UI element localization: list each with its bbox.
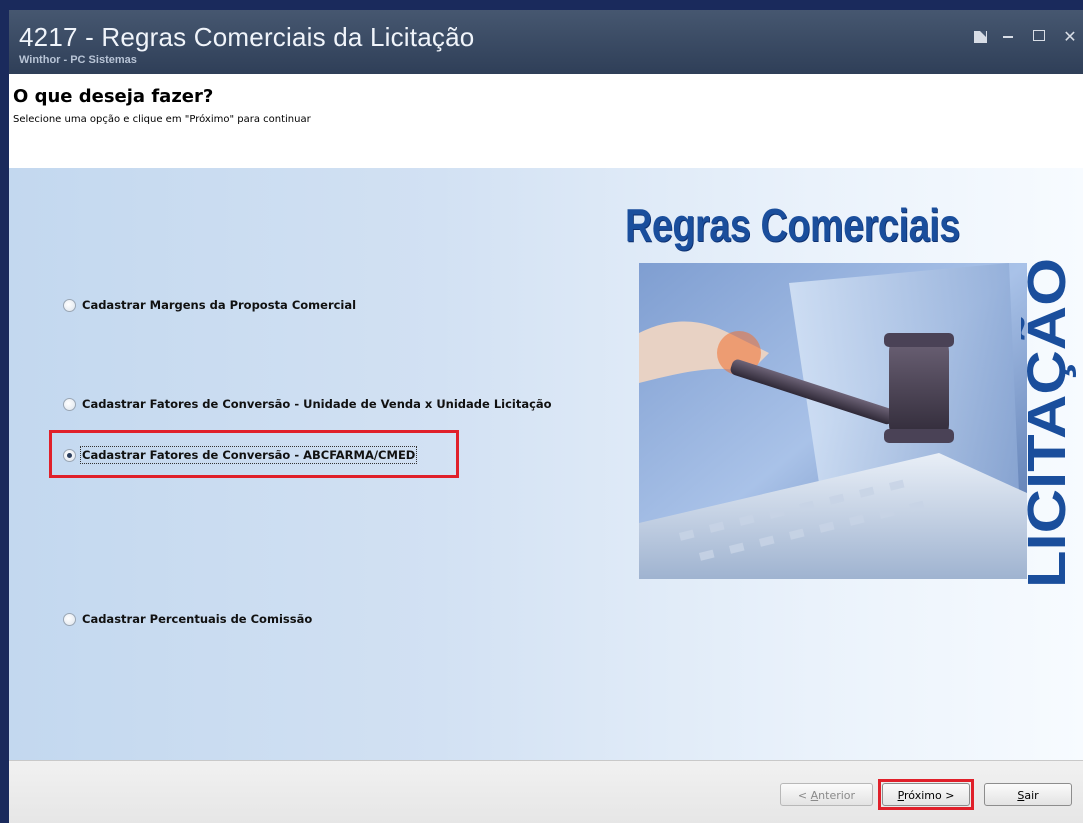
exit-button[interactable]: Sair bbox=[984, 783, 1072, 806]
maximize-icon bbox=[1033, 30, 1045, 41]
option-fatores-unidade[interactable]: Cadastrar Fatores de Conversão - Unidade… bbox=[63, 397, 552, 411]
wizard-header: O que deseja fazer? Selecione uma opção … bbox=[9, 74, 1083, 169]
promo-title: Regras Comerciais bbox=[625, 199, 960, 251]
radio-percentuais-comissao[interactable] bbox=[63, 612, 76, 626]
option-label[interactable]: Cadastrar Percentuais de Comissão bbox=[82, 612, 312, 626]
page-title: O que deseja fazer? bbox=[13, 86, 214, 107]
minimize-icon bbox=[1003, 36, 1013, 38]
window-controls: ✕ bbox=[974, 29, 1077, 45]
previous-label-rest: nterior bbox=[818, 789, 856, 802]
page-instruction: Selecione uma opção e clique em "Próximo… bbox=[13, 114, 311, 125]
options-panel: Cadastrar Margens da Proposta Comercial … bbox=[9, 168, 1083, 760]
promo-vertical-title: LICITAÇÃO bbox=[1021, 258, 1077, 588]
next-label-rest: róximo > bbox=[904, 789, 955, 802]
minimize-button[interactable] bbox=[1003, 30, 1017, 44]
option-margens-proposta[interactable]: Cadastrar Margens da Proposta Comercial bbox=[63, 298, 356, 312]
option-percentuais-comissao[interactable]: Cadastrar Percentuais de Comissão bbox=[63, 612, 312, 626]
promo-vertical-text: LICITAÇÃO bbox=[1021, 258, 1077, 588]
maximize-button[interactable] bbox=[1033, 30, 1047, 44]
restore-icon[interactable] bbox=[974, 31, 987, 43]
option-label[interactable]: Cadastrar Fatores de Conversão - ABCFARM… bbox=[79, 446, 418, 464]
wizard-window: 4217 - Regras Comerciais da Licitação Wi… bbox=[9, 10, 1083, 823]
radio-margens-proposta[interactable] bbox=[63, 298, 76, 312]
option-fatores-abcfarma[interactable]: Cadastrar Fatores de Conversão - ABCFARM… bbox=[63, 446, 418, 464]
previous-label-prefix: < bbox=[797, 789, 811, 802]
window-subtitle: Winthor - PC Sistemas bbox=[19, 54, 137, 66]
option-label[interactable]: Cadastrar Margens da Proposta Comercial bbox=[82, 298, 356, 312]
previous-button[interactable]: < Anterior bbox=[780, 783, 873, 806]
title-bar[interactable]: 4217 - Regras Comerciais da Licitação Wi… bbox=[9, 10, 1083, 74]
window-title: 4217 - Regras Comerciais da Licitação bbox=[19, 22, 475, 52]
exit-label-rest: air bbox=[1024, 789, 1039, 802]
radio-fatores-unidade[interactable] bbox=[63, 397, 76, 411]
option-label[interactable]: Cadastrar Fatores de Conversão - Unidade… bbox=[82, 397, 552, 411]
next-button[interactable]: Próximo > bbox=[882, 783, 970, 806]
close-icon[interactable]: ✕ bbox=[1063, 29, 1077, 45]
promo-gavel-image bbox=[639, 263, 1027, 579]
wizard-footer: < Anterior Próximo > Sair bbox=[9, 760, 1083, 823]
radio-fatores-abcfarma[interactable] bbox=[63, 448, 76, 462]
